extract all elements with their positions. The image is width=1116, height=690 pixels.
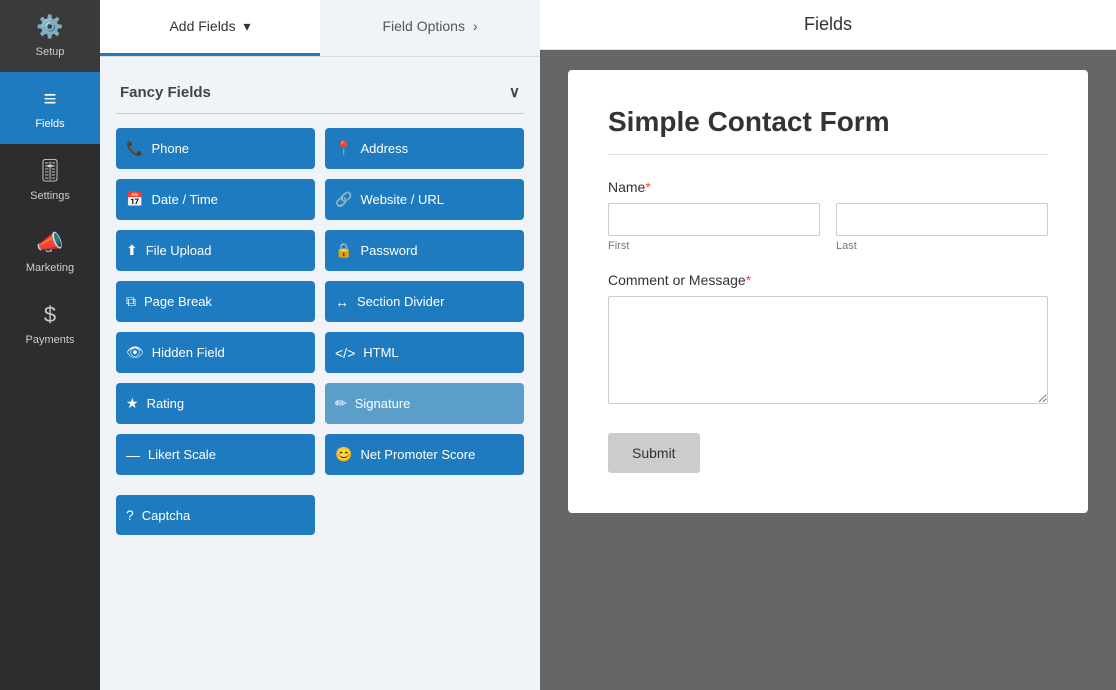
field-btn-pagebreak[interactable]: ⧉ Page Break xyxy=(116,281,315,322)
sidebar-item-fields[interactable]: ≡ Fields xyxy=(0,72,100,144)
field-btn-html[interactable]: </> HTML xyxy=(325,332,524,373)
last-name-input[interactable] xyxy=(836,203,1048,236)
sidebar-item-setup[interactable]: ⚙️ Setup xyxy=(0,0,100,72)
sidebar-item-marketing[interactable]: 📣 Marketing xyxy=(0,216,100,288)
field-btn-likertscale-label: Likert Scale xyxy=(148,447,216,462)
field-btn-netpromoter[interactable]: 😊 Net Promoter Score xyxy=(325,434,524,475)
fancy-fields-collapse-icon: ∨ xyxy=(509,83,520,101)
fancy-fields-divider xyxy=(116,113,524,114)
field-btn-password-label: Password xyxy=(360,243,417,258)
marketing-icon: 📣 xyxy=(36,230,63,256)
field-btn-rating[interactable]: ★ Rating xyxy=(116,383,315,424)
field-btn-netpromoter-label: Net Promoter Score xyxy=(360,447,475,462)
field-options-chevron-icon: › xyxy=(473,18,478,34)
sidebar-item-settings-label: Settings xyxy=(30,190,70,202)
message-field: Comment or Message* xyxy=(608,272,1048,409)
name-label: Name* xyxy=(608,179,1048,195)
sidebar-item-payments[interactable]: $ Payments xyxy=(0,288,100,360)
field-btn-address-label: Address xyxy=(360,141,408,156)
form-preview-area: Simple Contact Form Name* First Last Com… xyxy=(540,50,1116,690)
field-btn-password[interactable]: 🔒 Password xyxy=(325,230,524,271)
settings-icon: 🎚 xyxy=(36,158,64,184)
main-content: Fields Simple Contact Form Name* First L… xyxy=(540,0,1116,690)
field-btn-captcha-label: Captcha xyxy=(142,508,190,523)
sidebar: ⚙️ Setup ≡ Fields 🎚 Settings 📣 Marketing… xyxy=(0,0,100,690)
field-btn-address[interactable]: 📍 Address xyxy=(325,128,524,169)
field-btn-fileupload[interactable]: ⬆ File Upload xyxy=(116,230,315,271)
fields-grid: 📞 Phone 📍 Address 📅 Date / Time 🔗 Websit… xyxy=(116,128,524,475)
last-name-sublabel: Last xyxy=(836,240,1048,252)
payments-icon: $ xyxy=(44,302,56,328)
field-btn-html-label: HTML xyxy=(363,345,398,360)
sidebar-item-fields-label: Fields xyxy=(35,118,64,130)
panel-tabs: Add Fields ▾ Field Options › xyxy=(100,0,540,57)
fancy-fields-header[interactable]: Fancy Fields ∨ xyxy=(116,73,524,113)
field-btn-datetime-label: Date / Time xyxy=(151,192,217,207)
field-btn-pagebreak-label: Page Break xyxy=(144,294,212,309)
first-name-sublabel: First xyxy=(608,240,820,252)
rating-icon: ★ xyxy=(126,395,139,412)
netpromoter-icon: 😊 xyxy=(335,446,352,463)
fields-icon: ≡ xyxy=(44,86,57,112)
address-icon: 📍 xyxy=(335,140,352,157)
tab-field-options[interactable]: Field Options › xyxy=(320,0,540,56)
pagebreak-icon: ⧉ xyxy=(126,293,136,310)
tab-add-fields[interactable]: Add Fields ▾ xyxy=(100,0,320,56)
field-btn-signature-label: Signature xyxy=(355,396,411,411)
first-name-field: First xyxy=(608,203,820,252)
sidebar-item-setup-label: Setup xyxy=(36,46,65,58)
sectiondivider-icon: ↔ xyxy=(335,294,349,310)
fancy-fields-label: Fancy Fields xyxy=(120,84,211,101)
form-card: Simple Contact Form Name* First Last Com… xyxy=(568,70,1088,513)
website-icon: 🔗 xyxy=(335,191,352,208)
html-icon: </> xyxy=(335,345,355,361)
fields-panel: Add Fields ▾ Field Options › Fancy Field… xyxy=(100,0,540,690)
field-btn-website[interactable]: 🔗 Website / URL xyxy=(325,179,524,220)
likertscale-icon: — xyxy=(126,447,140,463)
field-btn-signature[interactable]: ✏ Signature xyxy=(325,383,524,424)
name-group: First Last xyxy=(608,203,1048,252)
message-label: Comment or Message* xyxy=(608,272,1048,288)
last-name-field: Last xyxy=(836,203,1048,252)
field-btn-rating-label: Rating xyxy=(147,396,185,411)
setup-icon: ⚙️ xyxy=(36,14,63,40)
page-title: Fields xyxy=(804,14,852,34)
sidebar-item-payments-label: Payments xyxy=(26,334,75,346)
signature-icon: ✏ xyxy=(335,395,347,412)
submit-button[interactable]: Submit xyxy=(608,433,700,473)
sidebar-item-settings[interactable]: 🎚 Settings xyxy=(0,144,100,216)
password-icon: 🔒 xyxy=(335,242,352,259)
captcha-icon: ? xyxy=(126,507,134,523)
field-btn-hiddenfield[interactable]: 👁 Hidden Field xyxy=(116,332,315,373)
sidebar-item-marketing-label: Marketing xyxy=(26,262,74,274)
first-name-input[interactable] xyxy=(608,203,820,236)
field-btn-datetime[interactable]: 📅 Date / Time xyxy=(116,179,315,220)
datetime-icon: 📅 xyxy=(126,191,143,208)
form-title: Simple Contact Form xyxy=(608,106,1048,155)
field-btn-website-label: Website / URL xyxy=(360,192,444,207)
add-fields-chevron-icon: ▾ xyxy=(244,18,251,34)
fileupload-icon: ⬆ xyxy=(126,242,138,259)
field-btn-likertscale[interactable]: — Likert Scale xyxy=(116,434,315,475)
field-btn-sectiondivider-label: Section Divider xyxy=(357,294,444,309)
field-btn-phone-label: Phone xyxy=(151,141,189,156)
field-btn-phone[interactable]: 📞 Phone xyxy=(116,128,315,169)
field-btn-captcha[interactable]: ? Captcha xyxy=(116,495,315,535)
field-btn-sectiondivider[interactable]: ↔ Section Divider xyxy=(325,281,524,322)
hiddenfield-icon: 👁 xyxy=(126,344,144,361)
field-btn-hiddenfield-label: Hidden Field xyxy=(152,345,225,360)
main-header: Fields xyxy=(540,0,1116,50)
phone-icon: 📞 xyxy=(126,140,143,157)
message-textarea[interactable] xyxy=(608,296,1048,404)
panel-content: Fancy Fields ∨ 📞 Phone 📍 Address 📅 Date … xyxy=(100,57,540,690)
field-btn-fileupload-label: File Upload xyxy=(146,243,212,258)
